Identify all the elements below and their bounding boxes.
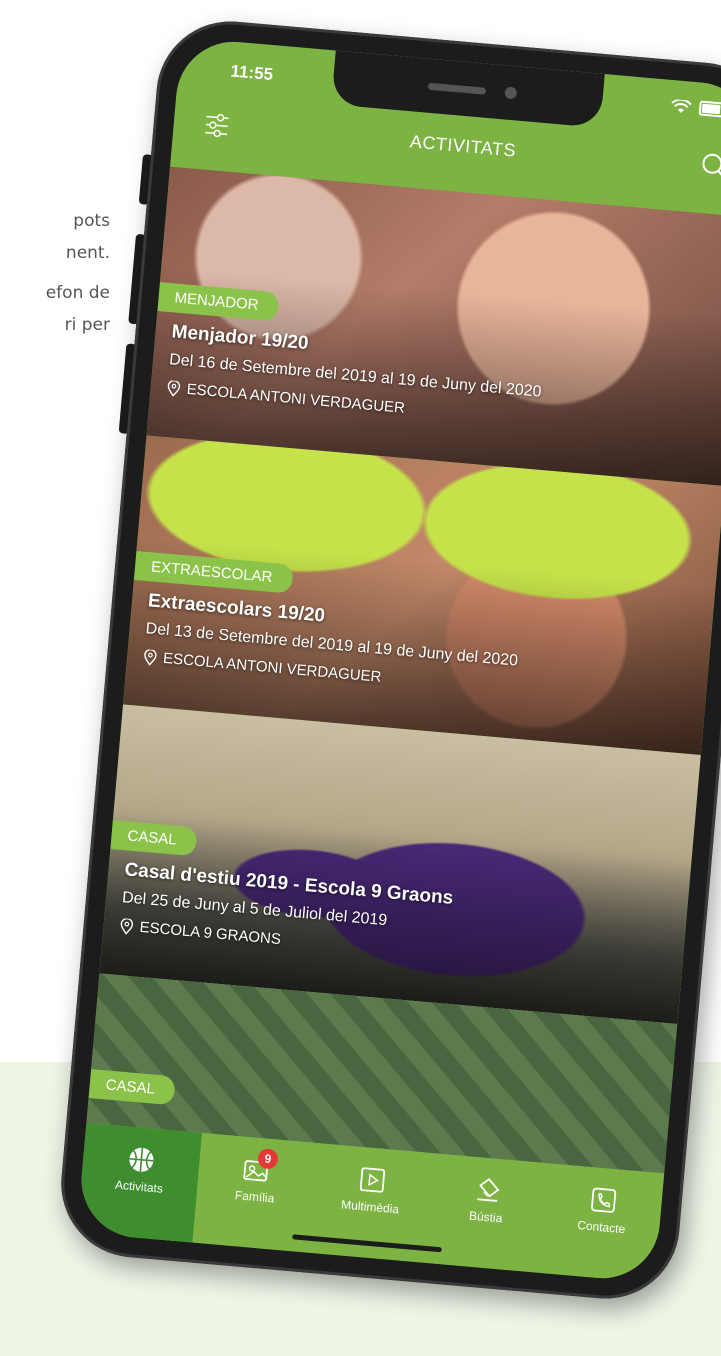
activity-feed[interactable]: MENJADOR Menjador 19/20 Del 16 de Setemb… <box>86 166 721 1174</box>
basketball-icon <box>129 1147 154 1172</box>
tab-bustia[interactable]: Bústia <box>423 1153 548 1273</box>
side-text-fragment: pots nent. efon de ri per <box>0 205 110 341</box>
side-text-line: efon de <box>45 283 110 303</box>
phone-icon <box>591 1187 617 1213</box>
play-icon <box>359 1167 386 1193</box>
phone-screen: 11:55 ACTIVITATS MENJADOR Menjador 19/20… <box>76 37 721 1283</box>
tab-label: Activitats <box>114 1177 164 1196</box>
mailbox-icon <box>477 1177 500 1202</box>
tab-label: Bústia <box>468 1208 503 1226</box>
notification-badge: 9 <box>257 1147 279 1170</box>
side-text-line: nent. <box>65 243 110 263</box>
speaker <box>427 82 487 95</box>
battery-icon <box>698 100 721 118</box>
activity-card[interactable]: EXTRAESCOLAR Extraescolars 19/20 Del 13 … <box>123 435 721 756</box>
activity-card[interactable]: MENJADOR Menjador 19/20 Del 16 de Setemb… <box>146 166 721 487</box>
activity-card[interactable]: CASAL Casal d'estiu 2019 - Escola 9 Grao… <box>99 704 701 1024</box>
tab-activitats[interactable]: Activitats <box>76 1122 202 1243</box>
camera <box>504 86 518 100</box>
status-time: 11:55 <box>229 61 274 85</box>
status-icons <box>671 98 721 118</box>
tab-contacte[interactable]: Contacte <box>539 1163 664 1283</box>
phone-mockup: 11:55 ACTIVITATS MENJADOR Menjador 19/20… <box>55 15 721 1305</box>
wifi-icon <box>671 98 692 113</box>
tab-label: Multimèdia <box>340 1197 400 1217</box>
location-pin-icon <box>120 917 134 935</box>
search-icon[interactable] <box>699 151 721 181</box>
location-pin-icon <box>144 648 157 666</box>
tab-label: Família <box>234 1188 275 1206</box>
tab-label: Contacte <box>576 1218 626 1237</box>
side-text-line: ri per <box>64 315 110 335</box>
side-text-line: pots <box>73 211 110 231</box>
location-pin-icon <box>167 379 181 397</box>
